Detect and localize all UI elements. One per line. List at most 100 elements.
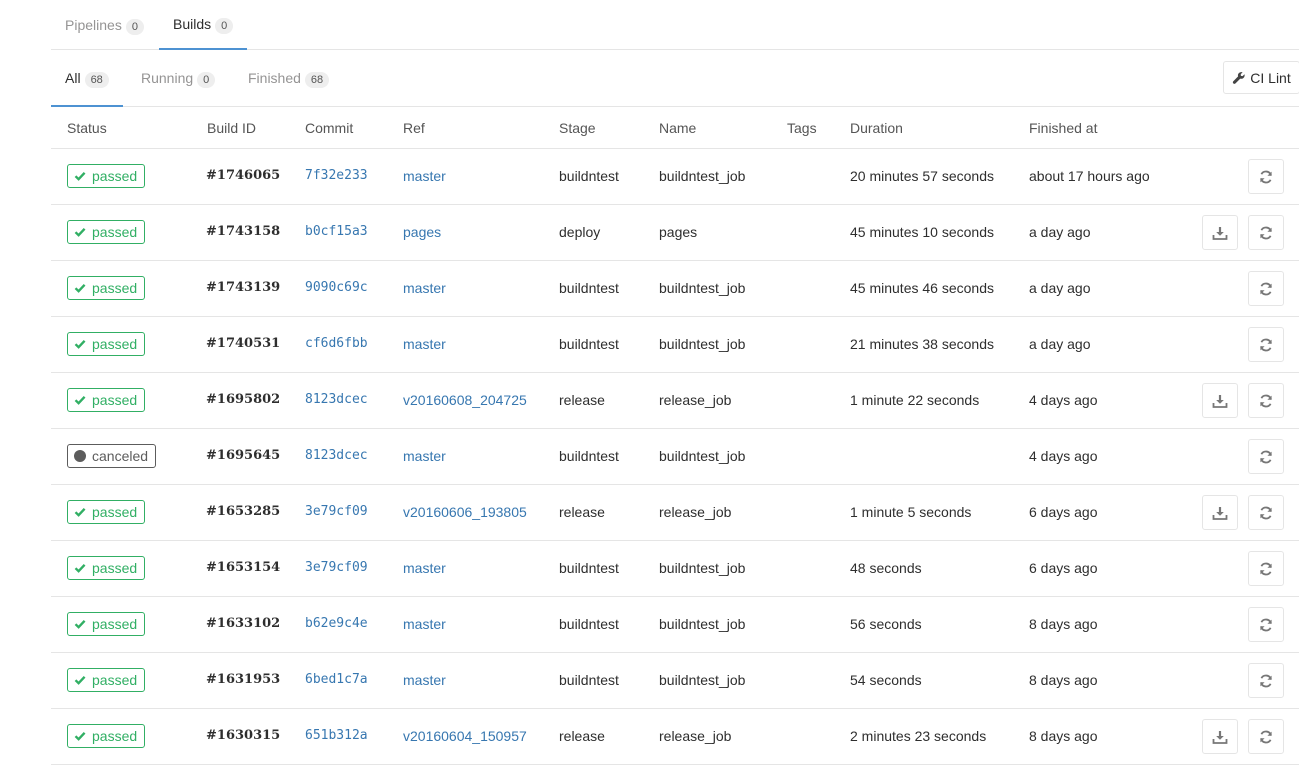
tab-all[interactable]: All 68 — [51, 50, 123, 107]
status-label: passed — [92, 168, 138, 184]
job-name-text: buildntest_job — [659, 336, 746, 352]
commit-link[interactable]: cf6d6fbb — [305, 336, 368, 351]
ref-link[interactable]: master — [403, 672, 446, 688]
table-row: passed #1743158 b0cf15a3 pages deploy pages 45… — [51, 205, 1299, 261]
col-stage: Stage — [559, 120, 596, 136]
finished-at-text: 6 days ago — [1029, 504, 1098, 520]
tab-all-label: All — [65, 69, 81, 86]
ref-link[interactable]: v20160604_150957 — [403, 728, 527, 744]
check-icon — [74, 674, 86, 686]
status-badge[interactable]: passed — [67, 220, 146, 244]
commit-link[interactable]: 7f32e233 — [305, 168, 368, 183]
build-id-link[interactable]: #1746065 — [206, 168, 280, 183]
retry-button[interactable] — [1248, 215, 1284, 250]
tab-pipelines[interactable]: Pipelines 0 — [65, 0, 144, 49]
stage-text: buildntest — [559, 336, 619, 352]
status-badge[interactable]: passed — [67, 332, 146, 356]
commit-link[interactable]: 8123dcec — [305, 448, 368, 463]
table-row: passed #1653285 3e79cf09 v20160606_193805 re… — [51, 485, 1299, 541]
build-id-link[interactable]: #1630315 — [206, 728, 280, 743]
ref-link[interactable]: master — [403, 280, 446, 296]
check-icon — [74, 338, 86, 350]
ci-lint-label: CI Lint — [1250, 69, 1291, 86]
check-icon — [74, 170, 86, 182]
download-artifacts-button[interactable] — [1202, 215, 1238, 250]
ref-link[interactable]: master — [403, 448, 446, 464]
commit-link[interactable]: 3e79cf09 — [305, 504, 368, 519]
retry-button[interactable] — [1248, 383, 1284, 418]
ref-link[interactable]: master — [403, 560, 446, 576]
status-badge[interactable]: passed — [67, 500, 146, 524]
status-badge[interactable]: passed — [67, 612, 146, 636]
build-id-link[interactable]: #1743139 — [206, 280, 280, 295]
duration-text: 1 minute 22 seconds — [850, 392, 980, 408]
commit-link[interactable]: 9090c69c — [305, 280, 368, 295]
commit-link[interactable]: 651b312a — [305, 728, 368, 743]
build-id-link[interactable]: #1695802 — [206, 392, 280, 407]
canceled-dot-icon — [74, 450, 86, 462]
tab-running-count: 0 — [197, 72, 216, 88]
ref-link[interactable]: master — [403, 616, 446, 632]
ref-link[interactable]: v20160608_204725 — [403, 392, 527, 408]
download-artifacts-button[interactable] — [1202, 719, 1238, 754]
commit-link[interactable]: 3e79cf09 — [305, 560, 368, 575]
finished-at-text: 8 days ago — [1029, 616, 1098, 632]
job-name-text: buildntest_job — [659, 616, 746, 632]
commit-link[interactable]: 6bed1c7a — [305, 672, 368, 687]
status-label: passed — [92, 728, 138, 744]
build-id-link[interactable]: #1653285 — [206, 504, 280, 519]
status-badge[interactable]: canceled — [67, 444, 157, 468]
commit-link[interactable]: 8123dcec — [305, 392, 368, 407]
ref-link[interactable]: master — [403, 336, 446, 352]
download-artifacts-button[interactable] — [1202, 383, 1238, 418]
job-name-text: buildntest_job — [659, 448, 746, 464]
retry-button[interactable] — [1248, 271, 1284, 306]
duration-text: 45 minutes 46 seconds — [850, 280, 994, 296]
stage-text: buildntest — [559, 672, 619, 688]
status-badge[interactable]: passed — [67, 724, 146, 748]
check-icon — [74, 506, 86, 518]
table-row: canceled #1695645 8123dcec master buildntest… — [51, 429, 1299, 485]
retry-button[interactable] — [1248, 439, 1284, 474]
download-icon — [1212, 729, 1228, 745]
ref-link[interactable]: pages — [403, 224, 441, 240]
commit-link[interactable]: b0cf15a3 — [305, 224, 368, 239]
retry-icon — [1258, 449, 1274, 465]
retry-icon — [1258, 673, 1274, 689]
table-row: passed #1740531 cf6d6fbb master buildntest bu… — [51, 317, 1299, 373]
status-badge[interactable]: passed — [67, 276, 146, 300]
retry-button[interactable] — [1248, 719, 1284, 754]
retry-button[interactable] — [1248, 495, 1284, 530]
retry-button[interactable] — [1248, 551, 1284, 586]
wrench-icon — [1233, 71, 1245, 84]
retry-button[interactable] — [1248, 327, 1284, 362]
ci-lint-button[interactable]: CI Lint — [1223, 61, 1299, 94]
retry-icon — [1258, 169, 1274, 185]
retry-button[interactable] — [1248, 607, 1284, 642]
status-badge[interactable]: passed — [67, 164, 146, 188]
stage-text: release — [559, 728, 605, 744]
build-id-link[interactable]: #1740531 — [206, 336, 280, 351]
table-row: passed #1653154 3e79cf09 master buildntest bu… — [51, 541, 1299, 597]
status-badge[interactable]: passed — [67, 556, 146, 580]
stage-text: deploy — [559, 224, 601, 240]
retry-button[interactable] — [1248, 663, 1284, 698]
build-id-link[interactable]: #1695645 — [206, 448, 280, 463]
retry-button[interactable] — [1248, 159, 1284, 194]
build-id-link[interactable]: #1743158 — [206, 224, 280, 239]
download-artifacts-button[interactable] — [1202, 495, 1238, 530]
duration-text: 56 seconds — [850, 616, 922, 632]
build-id-link[interactable]: #1631953 — [206, 672, 280, 687]
tab-builds[interactable]: Builds 0 — [159, 0, 248, 50]
status-badge[interactable]: passed — [67, 668, 146, 692]
ref-link[interactable]: master — [403, 168, 446, 184]
retry-icon — [1258, 617, 1274, 633]
build-id-link[interactable]: #1633102 — [206, 616, 280, 631]
ref-link[interactable]: v20160606_193805 — [403, 504, 527, 520]
status-badge[interactable]: passed — [67, 388, 146, 412]
commit-link[interactable]: b62e9c4e — [305, 616, 368, 631]
tab-running[interactable]: Running 0 — [141, 50, 216, 106]
build-id-link[interactable]: #1653154 — [206, 560, 280, 575]
tab-finished[interactable]: Finished 68 — [248, 50, 330, 106]
status-label: passed — [92, 392, 138, 408]
